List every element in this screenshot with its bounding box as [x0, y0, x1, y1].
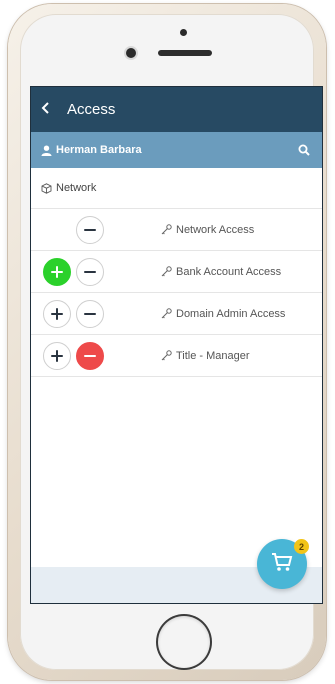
access-item: Title - Manager: [161, 350, 250, 362]
cube-icon: [41, 182, 52, 194]
plus-icon: [51, 265, 63, 278]
remove-access-button[interactable]: [76, 341, 104, 370]
access-item: Domain Admin Access: [161, 308, 285, 320]
access-item-label: Bank Account Access: [176, 265, 282, 278]
key-icon: [161, 224, 172, 235]
user-info: Herman Barbara: [41, 144, 142, 156]
remove-access-button[interactable]: [76, 299, 104, 328]
access-item-label: Title - Manager: [176, 349, 250, 362]
access-row-controls: [41, 209, 159, 251]
search-icon[interactable]: [298, 144, 310, 156]
minus-icon: [84, 266, 96, 278]
key-icon: [161, 308, 172, 319]
remove-access-button[interactable]: [76, 257, 104, 286]
minus-icon: [84, 350, 96, 362]
user-bar: Herman Barbara: [31, 132, 322, 168]
add-access-button[interactable]: [43, 341, 71, 370]
page-title: Access: [67, 101, 116, 118]
minus-icon: [84, 224, 96, 236]
access-row-controls: [41, 335, 159, 377]
access-row-controls: [41, 293, 159, 335]
access-item-label: Network Access: [176, 223, 255, 236]
user-icon: [41, 145, 52, 156]
cart-button[interactable]: 2: [257, 539, 309, 589]
access-item-label: Domain Admin Access: [176, 307, 286, 320]
cart-count-badge: 2: [294, 539, 309, 554]
remove-access-button[interactable]: [76, 215, 104, 244]
access-row: Network Access: [31, 209, 322, 251]
cart-icon: [271, 552, 293, 577]
add-access-button[interactable]: [43, 299, 71, 328]
proximity-sensor: [180, 29, 187, 36]
access-row: Domain Admin Access: [31, 293, 322, 335]
access-row: Bank Account Access: [31, 251, 322, 293]
key-icon: [161, 350, 172, 361]
app-header: Access: [31, 87, 322, 132]
access-row: Title - Manager: [31, 335, 322, 377]
access-item: Network Access: [161, 224, 254, 236]
plus-icon: [51, 307, 63, 320]
access-row-controls: [41, 251, 159, 293]
chevron-left-icon[interactable]: [41, 101, 61, 118]
home-button[interactable]: [158, 616, 210, 668]
section-label: Network: [56, 182, 97, 194]
key-icon: [161, 266, 172, 277]
add-access-button[interactable]: [43, 257, 71, 286]
section-header: Network: [31, 168, 322, 209]
user-name: Herman Barbara: [56, 144, 142, 156]
access-item: Bank Account Access: [161, 266, 281, 278]
earpiece-speaker: [158, 50, 212, 56]
app-screen: Access Herman Barbara Network Network Ac…: [30, 86, 323, 604]
minus-icon: [84, 308, 96, 320]
front-camera: [126, 48, 136, 58]
plus-icon: [51, 349, 63, 362]
